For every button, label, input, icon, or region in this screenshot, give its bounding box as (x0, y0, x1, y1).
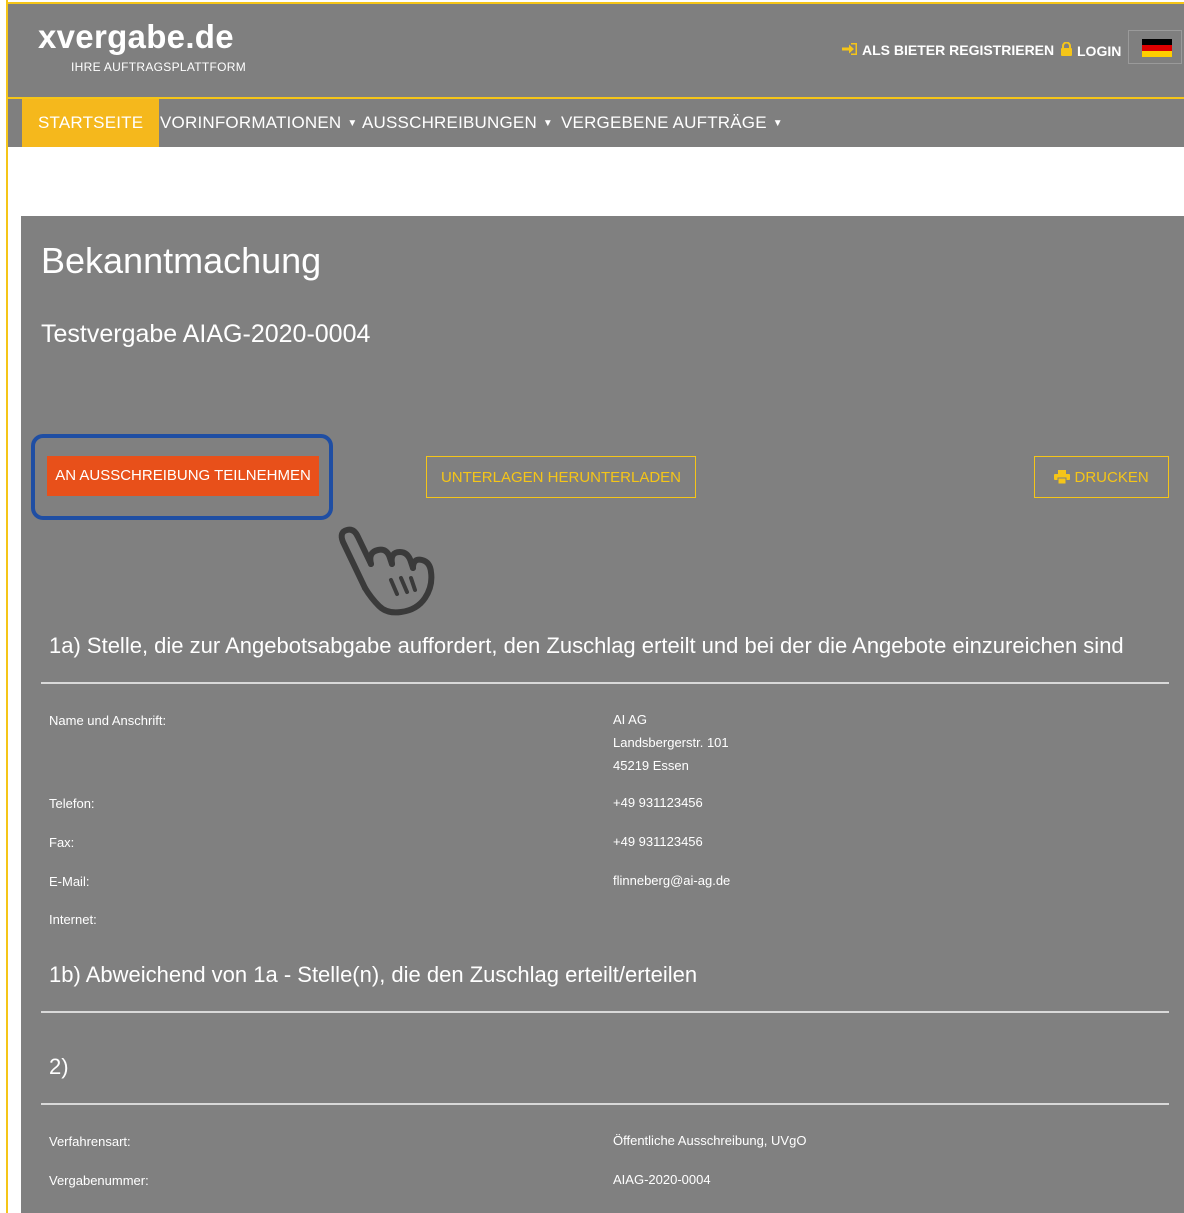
register-label: ALS BIETER REGISTRIEREN (862, 42, 1055, 58)
field-label-internet: Internet: (49, 912, 97, 927)
lock-icon (1060, 41, 1073, 59)
nav-item-vergebene-auftraege[interactable]: VERGEBENE AUFTRÄGE ▼ (561, 99, 783, 147)
sign-in-icon (842, 42, 858, 58)
caret-down-icon: ▼ (772, 118, 783, 129)
field-value-verfahrensart: Öffentliche Ausschreibung, UVgO (613, 1133, 807, 1148)
nav-item-label: VERGEBENE AUFTRÄGE (561, 113, 767, 132)
field-label-email: E-Mail: (49, 874, 90, 889)
nav-item-startseite[interactable]: STARTSEITE (22, 99, 160, 147)
printer-icon (1054, 469, 1074, 486)
page-title: Bekanntmachung (41, 240, 322, 281)
nav-item-vorinformationen[interactable]: VORINFORMATIONEN ▼ (160, 99, 358, 147)
caret-down-icon: ▼ (347, 118, 358, 129)
field-label-name: Name und Anschrift: (49, 713, 167, 728)
page-subtitle: Testvergabe AIAG-2020-0004 (41, 320, 371, 348)
nav-item-label: STARTSEITE (38, 113, 144, 132)
download-documents-button[interactable]: UNTERLAGEN HERUNTERLADEN (426, 456, 696, 498)
address-line: Landsbergerstr. 101 (613, 735, 729, 750)
divider (41, 682, 1169, 684)
field-label-fax: Fax: (49, 835, 75, 850)
divider (41, 1103, 1169, 1105)
print-label: DRUCKEN (1074, 469, 1149, 486)
address-line: AI AG (613, 712, 647, 727)
caret-down-icon: ▼ (542, 118, 554, 129)
language-selector[interactable] (1128, 30, 1182, 64)
pointing-hand-icon (335, 522, 443, 623)
field-value-vergabenummer: AIAG-2020-0004 (613, 1172, 711, 1187)
print-button[interactable]: DRUCKEN (1034, 456, 1169, 498)
germany-flag-icon (1142, 39, 1172, 57)
section-1b-title: 1b) Abweichend von 1a - Stelle(n), die d… (49, 962, 698, 987)
page-frame-left (6, 0, 8, 1213)
section-2-title: 2) (49, 1054, 69, 1079)
field-label-vergabenummer: Vergabenummer: (49, 1173, 149, 1188)
site-header: xvergabe.de IHRE AUFTRAGSPLATTFORM ALS B… (8, 4, 1184, 97)
site-tagline: IHRE AUFTRAGSPLATTFORM (71, 60, 247, 74)
main-nav: STARTSEITE VORINFORMATIONEN ▼ AUSSCHREIBU… (8, 99, 1184, 147)
section-1a-title: 1a) Stelle, die zur Angebotsabgabe auffo… (49, 633, 1124, 658)
field-label-verfahrensart: Verfahrensart: (49, 1134, 131, 1149)
divider (41, 1011, 1169, 1013)
nav-item-label: AUSSCHREIBUNGEN (362, 113, 537, 132)
highlight-frame (31, 434, 333, 520)
announcement-panel: Bekanntmachung Testvergabe AIAG-2020-000… (21, 216, 1184, 1213)
nav-item-label: VORINFORMATIONEN (160, 113, 342, 132)
field-value-fax: +49 931123456 (613, 834, 703, 849)
address-line: 45219 Essen (613, 758, 689, 773)
site-logo[interactable]: xvergabe.de (38, 18, 234, 56)
field-value-email[interactable]: flinneberg@ai-ag.de (613, 869, 730, 892)
register-link[interactable]: ALS BIETER REGISTRIEREN (842, 42, 1054, 58)
field-value-telefon: +49 931123456 (613, 795, 703, 810)
login-label: LOGIN (1077, 42, 1122, 59)
field-value-address: AI AG Landsbergerstr. 101 45219 Essen (613, 708, 729, 777)
login-link[interactable]: LOGIN (1060, 41, 1122, 59)
nav-item-ausschreibungen[interactable]: AUSSCHREIBUNGEN ▼ (362, 99, 553, 147)
field-label-telefon: Telefon: (49, 796, 95, 811)
